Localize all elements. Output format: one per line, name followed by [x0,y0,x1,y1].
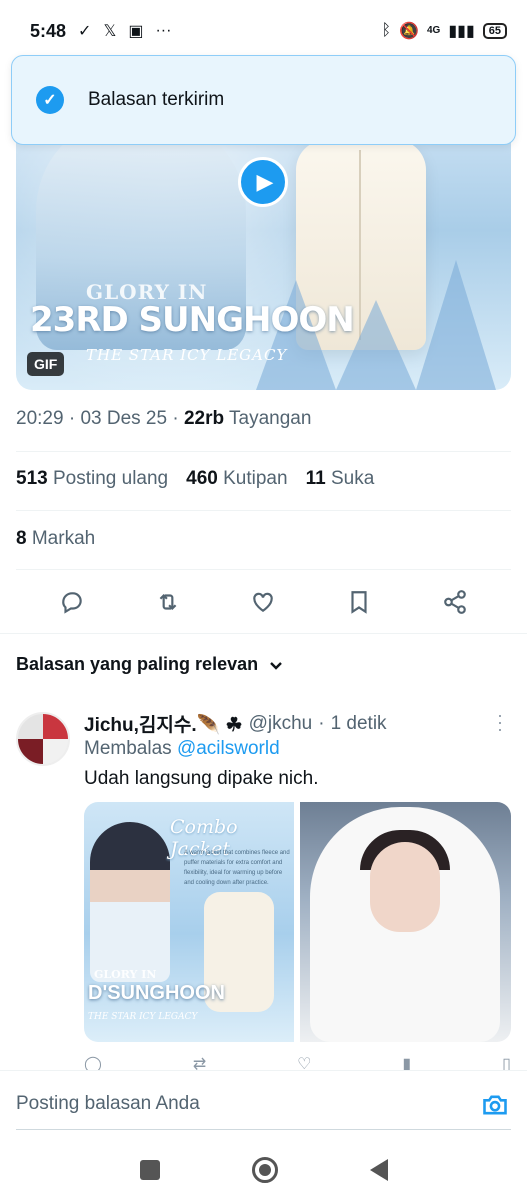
home-icon[interactable] [251,1157,278,1183]
signal-icon: ▮▮▮ [448,23,475,40]
camera-icon[interactable] [481,1091,509,1119]
like-icon[interactable] [243,582,283,622]
gif-badge: GIF [27,352,65,376]
replying-to-link[interactable]: @acilsworld [177,738,280,759]
bookmarks-stat[interactable]: 8 Markah [16,528,95,550]
section-divider [0,633,527,634]
tweet-stats: 513 Posting ulang 460 Kutipan 11 Suka [16,468,374,490]
reply-header: Jichu,김지수.🪶 ☘ @jkchu · 1 detik [84,710,387,737]
x-logo-icon: 𝕏 [103,23,117,40]
reply-handle[interactable]: @jkchu [249,713,313,735]
quotes-stat[interactable]: 460 Kutipan [186,468,287,490]
divider [16,451,511,452]
reply-input[interactable]: Posting balasan Anda [16,1093,200,1115]
status-time: 5:48 [30,20,67,41]
media-title-line2: 23RD SUNGHOON [30,300,355,340]
back-icon[interactable] [369,1159,388,1181]
replying-to: Membalas @acilsworld [84,738,280,759]
media-title-line3: THE STAR ICY LEGACY [86,346,288,364]
tweet-timestamp: 20:29 · 03 Des 25 · 22rb Tayangan [16,408,312,429]
reply-image-1[interactable]: Combo Jacket A warm jacket that combines… [84,802,294,1042]
bookmark-icon[interactable] [339,582,379,622]
more-notifications-icon: ··· [155,22,172,39]
more-options-icon[interactable]: · · · [490,706,510,738]
reply-avatar[interactable] [16,712,70,766]
tweet-action-bar [0,582,527,622]
status-bar: 5:48 ✓ 𝕏 ▣ ··· ᛒ 🔕 4G ▮▮▮ 65 [0,0,527,62]
reply-image-2[interactable] [300,802,511,1042]
share-icon[interactable] [435,582,475,622]
network-type: 4G [426,25,441,36]
divider [16,510,511,511]
likes-stat[interactable]: 11 Suka [306,468,375,490]
ice-crystal [416,260,496,390]
battery-icon: 65 [482,23,507,39]
app-notification-icon: ▣ [128,23,144,40]
reply-icon[interactable] [52,582,92,622]
android-nav-bar [0,1140,527,1200]
toast-text: Balasan terkirim [88,89,225,110]
reply-text: Udah langsung dipake nich. [84,768,319,789]
reposts-stat[interactable]: 513 Posting ulang [16,468,168,490]
divider [16,569,511,570]
check-circle-icon: ✓ [36,86,64,114]
reply-sent-toast: ✓ Balasan terkirim [11,55,516,145]
replies-sort-dropdown[interactable]: Balasan yang paling relevan [16,654,284,675]
mute-icon: 🔕 [399,23,419,40]
retweet-icon[interactable] [148,582,188,622]
recents-icon[interactable] [139,1160,160,1180]
bluetooth-icon: ᛒ [381,22,392,39]
reply-display-name[interactable]: Jichu,김지수.🪶 ☘ [84,710,243,737]
reply-compose-bar: Posting balasan Anda [0,1070,527,1140]
chevron-down-icon [270,661,282,670]
download-check-icon: ✓ [78,23,92,40]
play-icon[interactable]: ▶ [238,157,288,207]
reply-time: 1 detik [330,712,387,734]
